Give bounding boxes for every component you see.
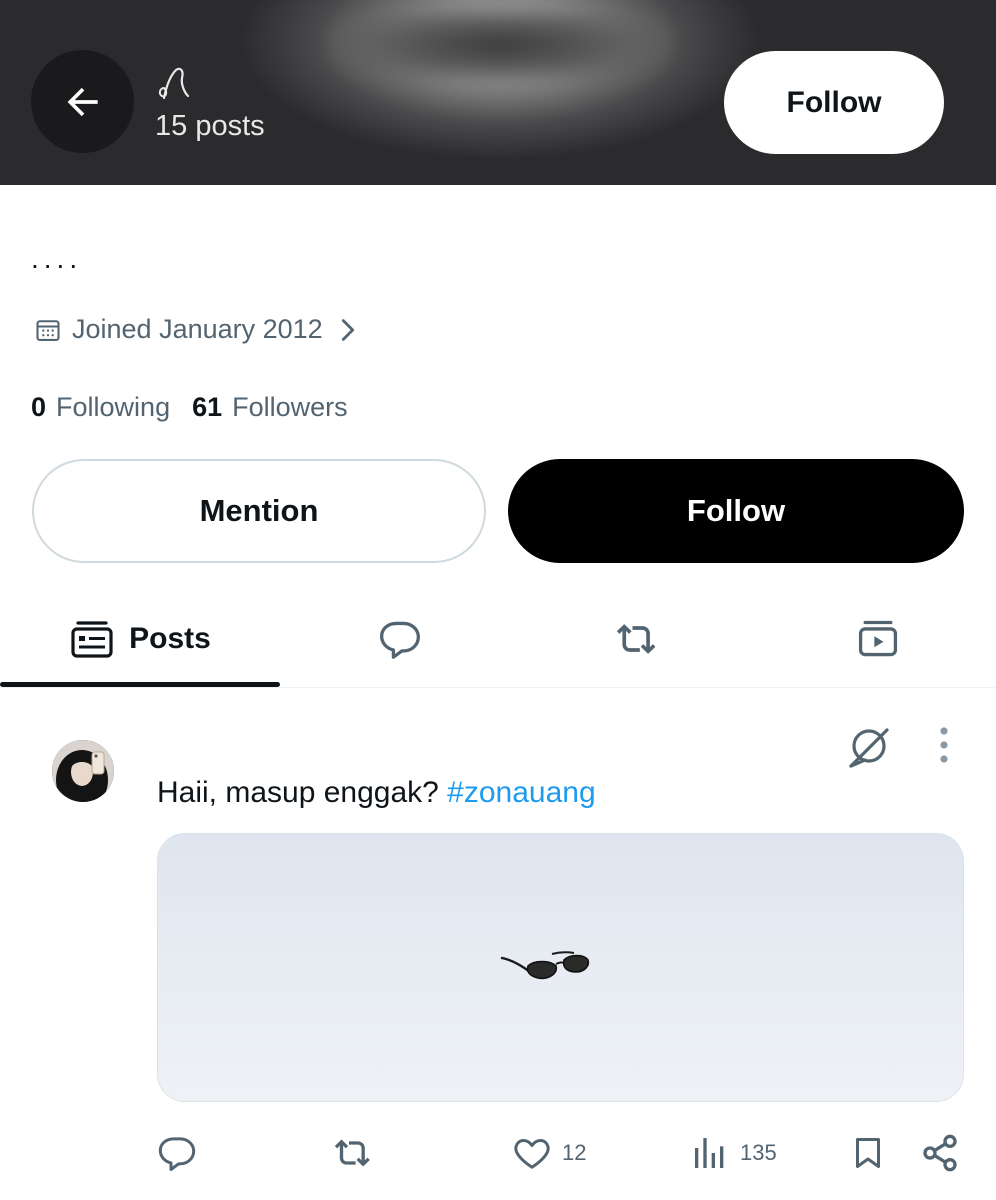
post-hashtag[interactable]: #zonauang [447,776,595,809]
joined-date-text: Joined January 2012 [72,314,323,344]
media-icon [858,620,898,657]
arrow-left-icon [67,87,98,116]
mention-button[interactable]: Mention [32,459,486,563]
reply-button[interactable] [157,1125,197,1181]
views-count: 135 [740,1140,777,1165]
avatar[interactable] [52,740,114,802]
grok-icon[interactable] [845,722,893,770]
posts-icon [71,621,113,658]
posts-count: 15 posts [155,110,265,142]
like-button[interactable]: 12 [512,1125,586,1181]
analytics-icon [695,1138,724,1168]
tab-reposts[interactable] [578,590,698,688]
profile-header-banner: 15 posts Follow [0,0,996,185]
joined-date-row[interactable]: Joined January 2012 [34,314,359,345]
repost-button[interactable] [332,1125,376,1181]
profile-tabs: Posts [0,590,996,688]
profile-bio: .... [31,243,83,274]
tab-posts[interactable]: Posts [0,590,280,688]
following-link[interactable]: 0 Following [31,392,170,423]
chevron-right-icon [341,318,354,341]
display-name-glyph [156,66,196,102]
bookmark-icon [856,1138,880,1168]
more-options-icon[interactable] [930,724,958,768]
following-count: 0 [31,392,47,422]
tab-posts-label: Posts [129,622,211,655]
followers-label: Followers [232,392,348,422]
heart-icon [514,1139,550,1169]
views-button[interactable]: 135 [690,1125,777,1181]
tab-media[interactable] [818,590,938,688]
like-count: 12 [562,1140,587,1165]
repost-icon [334,1139,370,1167]
glasses-image [500,951,590,980]
calendar-icon [36,319,60,341]
follow-button[interactable]: Follow [508,459,964,563]
followers-link[interactable]: 61 Followers [192,392,348,423]
tab-replies[interactable] [340,590,460,688]
share-button[interactable] [920,1125,960,1181]
banner-image-blurred [330,10,670,80]
following-label: Following [56,392,171,422]
post-text: Haii, masup enggak? #zonauang [157,776,596,810]
follow-stats: 0 Following 61 Followers [31,392,348,423]
share-icon [923,1134,957,1172]
followers-count: 61 [192,392,223,422]
back-button[interactable] [31,50,134,153]
reposts-icon [616,624,656,654]
active-tab-indicator [0,682,280,687]
reply-icon [158,1137,196,1171]
bookmark-button[interactable] [850,1125,886,1181]
replies-icon [380,621,420,659]
post-image[interactable] [157,833,964,1102]
post-body: Haii, masup enggak? [157,776,448,809]
header-follow-button[interactable]: Follow [724,51,944,154]
post-actions: 12 135 [0,1125,996,1181]
